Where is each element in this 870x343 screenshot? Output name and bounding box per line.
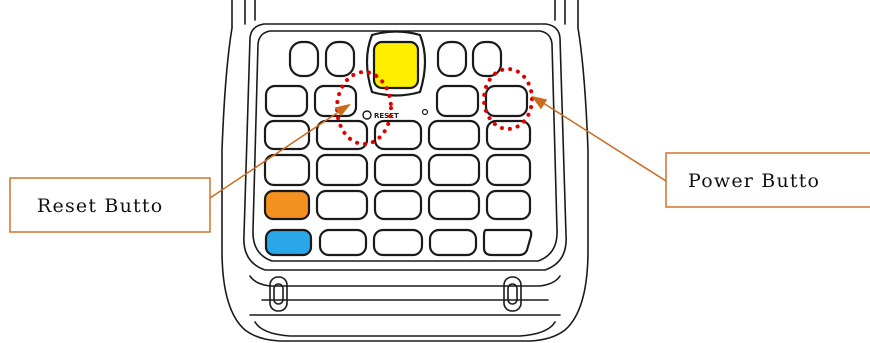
reset-callout: Reset Butto xyxy=(9,177,211,233)
key-r4-1[interactable] xyxy=(263,153,311,187)
power-leader-line xyxy=(539,100,667,182)
power-callout-label: Power Butto xyxy=(688,170,820,192)
top-key-2[interactable] xyxy=(324,40,356,78)
top-key-1[interactable] xyxy=(288,40,320,78)
top-key-3[interactable] xyxy=(436,40,468,78)
key-r5-4[interactable] xyxy=(427,189,481,221)
key-r4-3[interactable] xyxy=(373,153,423,187)
power-key[interactable] xyxy=(484,84,529,118)
key-r5-3[interactable] xyxy=(373,189,423,221)
keypad xyxy=(263,30,533,257)
orange-key[interactable] xyxy=(263,189,311,221)
reset-key-label: RESET xyxy=(374,112,399,120)
reset-pinhole: RESET xyxy=(362,108,429,120)
reset-callout-label: Reset Butto xyxy=(37,195,163,217)
key-r6-3[interactable] xyxy=(372,228,424,257)
key-r3-3[interactable] xyxy=(373,119,423,151)
blue-key[interactable] xyxy=(264,228,313,257)
key-r3-1[interactable] xyxy=(263,119,311,151)
key-r2-4[interactable] xyxy=(435,84,480,118)
indicator-led xyxy=(421,108,429,116)
key-r4-2[interactable] xyxy=(315,153,369,187)
key-r4-5[interactable] xyxy=(485,153,532,187)
key-r3-4[interactable] xyxy=(427,119,481,151)
key-r2-1[interactable] xyxy=(264,84,309,118)
key-r5-5[interactable] xyxy=(485,189,532,221)
power-callout: Power Butto xyxy=(665,152,870,208)
key-r6-4[interactable] xyxy=(428,228,478,257)
device-diagram: RESET Reset Butto Power Butto xyxy=(0,0,870,343)
key-r4-4[interactable] xyxy=(427,153,481,187)
key-r2-2[interactable] xyxy=(313,84,358,118)
top-key-4[interactable] xyxy=(471,40,503,78)
key-r5-2[interactable] xyxy=(315,189,369,221)
key-r6-5[interactable] xyxy=(482,228,533,257)
power-arrowhead xyxy=(531,95,548,110)
key-r6-2[interactable] xyxy=(318,228,368,257)
